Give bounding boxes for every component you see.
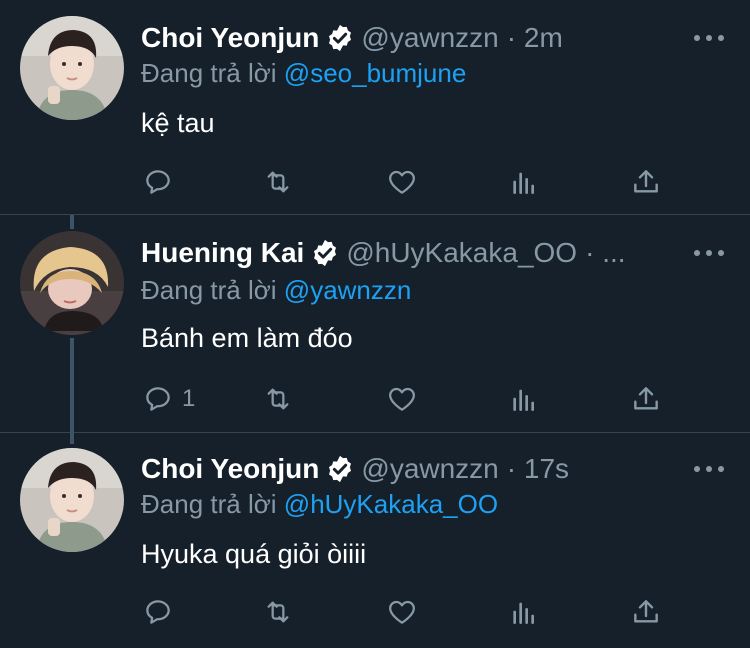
tweet-text: Hyuka quá giỏi òiiii	[141, 539, 367, 569]
verified-badge-icon	[329, 24, 352, 52]
like-button[interactable]	[386, 592, 418, 632]
analytics-button[interactable]	[508, 162, 540, 202]
retweet-button[interactable]	[262, 592, 294, 632]
reply-button[interactable]: 1	[142, 379, 195, 419]
reply-icon	[146, 170, 170, 194]
analytics-icon	[513, 389, 534, 411]
replying-to-label: Đang trả lời	[141, 489, 277, 519]
retweet-icon	[267, 388, 289, 410]
replying-to-label: Đang trả lời	[141, 58, 277, 88]
more-options-icon[interactable]	[694, 28, 724, 48]
analytics-button[interactable]	[508, 379, 540, 419]
timestamp[interactable]: · 17s	[507, 447, 569, 491]
reply-icon	[146, 387, 170, 411]
tweet-actions: 1	[0, 379, 750, 419]
tweet-header: Huening Kai @hUyKakaka_OO · ...	[141, 231, 626, 275]
reply-button[interactable]	[142, 592, 182, 632]
avatar[interactable]	[20, 448, 124, 552]
display-name[interactable]: Choi Yeonjun	[141, 16, 319, 60]
like-icon	[389, 600, 415, 624]
retweet-button[interactable]	[262, 162, 294, 202]
analytics-icon	[513, 602, 534, 624]
mention-link[interactable]: @hUyKakaka_OO	[284, 489, 498, 519]
tweet-actions	[0, 592, 750, 632]
retweet-button[interactable]	[262, 379, 294, 419]
avatar[interactable]	[20, 16, 124, 120]
timestamp[interactable]: · 2m	[507, 16, 563, 60]
avatar[interactable]	[20, 231, 124, 335]
reply-button[interactable]	[142, 162, 182, 202]
more-options-icon[interactable]	[694, 243, 724, 263]
replying-to: Đang trả lời @hUyKakaka_OO	[141, 489, 498, 520]
like-icon	[389, 387, 415, 411]
like-button[interactable]	[386, 162, 418, 202]
timestamp[interactable]: · ...	[585, 231, 625, 275]
share-button[interactable]	[630, 379, 662, 419]
tweet-text: Bánh em làm đóo	[141, 323, 353, 353]
analytics-icon	[513, 172, 534, 194]
tweet-header: Choi Yeonjun @yawnzzn · 17s	[141, 447, 569, 491]
tweet-actions	[0, 162, 750, 202]
verified-badge-icon	[314, 239, 337, 267]
tweet-text: kệ tau	[141, 108, 215, 138]
share-icon	[634, 387, 658, 410]
handle[interactable]: @yawnzzn	[361, 447, 498, 491]
handle[interactable]: @hUyKakaka_OO	[346, 231, 577, 275]
more-options-icon[interactable]	[694, 459, 724, 479]
tweet[interactable]: Choi Yeonjun @yawnzzn · 17s Đang trả lời…	[0, 433, 750, 648]
display-name[interactable]: Choi Yeonjun	[141, 447, 319, 491]
replying-to: Đang trả lời @yawnzzn	[141, 275, 411, 306]
share-button[interactable]	[630, 162, 662, 202]
replying-to-label: Đang trả lời	[141, 275, 277, 305]
like-icon	[389, 170, 415, 194]
share-icon	[634, 170, 658, 193]
share-icon	[634, 600, 658, 623]
analytics-button[interactable]	[508, 592, 540, 632]
reply-icon	[146, 600, 170, 624]
reply-count: 1	[182, 385, 196, 412]
tweet-header: Choi Yeonjun @yawnzzn · 2m	[141, 16, 563, 60]
replying-to: Đang trả lời @seo_bumjune	[141, 58, 466, 89]
verified-badge-icon	[329, 455, 352, 483]
share-button[interactable]	[630, 592, 662, 632]
tweet[interactable]: Huening Kai @hUyKakaka_OO · ... Đang trả…	[0, 215, 750, 432]
retweet-icon	[267, 171, 289, 193]
like-button[interactable]	[386, 379, 418, 419]
handle[interactable]: @yawnzzn	[361, 16, 498, 60]
tweet[interactable]: Choi Yeonjun @yawnzzn · 2m Đang trả lời …	[0, 0, 750, 214]
mention-link[interactable]: @seo_bumjune	[284, 58, 467, 88]
retweet-icon	[267, 601, 289, 623]
display-name[interactable]: Huening Kai	[141, 231, 304, 275]
mention-link[interactable]: @yawnzzn	[284, 275, 412, 305]
